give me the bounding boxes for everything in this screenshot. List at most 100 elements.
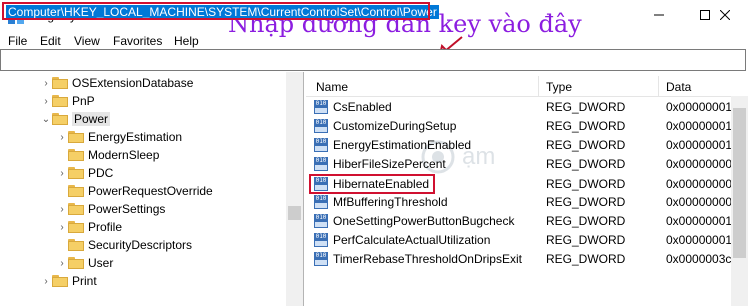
tree-item-energyestimation[interactable]: › EnergyEstimation xyxy=(56,128,182,146)
tree-item-label: SecurityDescriptors xyxy=(88,238,193,252)
close-button[interactable] xyxy=(702,0,748,30)
tree-item-modernsleep[interactable]: ModernSleep xyxy=(56,146,159,164)
folder-icon xyxy=(52,77,68,89)
list-scrollbar-thumb[interactable] xyxy=(733,108,746,258)
tree-item-label: Profile xyxy=(88,220,123,234)
reg-dword-icon: 010 xyxy=(314,251,328,266)
menu-favorites[interactable]: Favorites xyxy=(113,34,162,48)
column-divider[interactable] xyxy=(538,76,539,96)
tree-item-label: Power xyxy=(72,112,111,126)
value-type: REG_DWORD xyxy=(546,138,626,152)
value-name: HiberFileSizePercent xyxy=(333,156,446,171)
value-row-customizeduringsetup[interactable]: 010 CustomizeDuringSetup xyxy=(314,116,456,135)
tree-item-power[interactable]: ⌄ Power xyxy=(40,110,111,128)
folder-icon xyxy=(68,167,84,179)
tree-item-label: ModernSleep xyxy=(88,148,160,162)
key-tree[interactable]: › OSExtensionDatabase › PnP ⌄ Power › En… xyxy=(0,72,304,306)
tree-item-label: User xyxy=(88,256,114,270)
minimize-button[interactable] xyxy=(636,0,682,30)
tree-item-label: PnP xyxy=(72,94,95,108)
tree-item-pnp[interactable]: › PnP xyxy=(40,92,95,110)
reg-dword-icon: 010 xyxy=(314,118,328,133)
value-type: REG_DWORD xyxy=(546,233,626,247)
minimize-icon xyxy=(654,14,664,16)
chevron-right-icon[interactable]: › xyxy=(56,203,68,215)
address-highlight-box xyxy=(2,2,430,20)
folder-icon xyxy=(68,149,84,161)
folder-icon xyxy=(68,257,84,269)
tree-item-powersettings[interactable]: › PowerSettings xyxy=(56,200,165,218)
column-header-name[interactable]: Name xyxy=(316,80,348,94)
tree-item-securitydescriptors[interactable]: SecurityDescriptors xyxy=(56,236,192,254)
value-data: 0x00000000 xyxy=(666,195,733,209)
chevron-right-icon[interactable]: › xyxy=(56,167,68,179)
value-type: REG_DWORD xyxy=(546,157,626,171)
value-name: PerfCalculateActualUtilization xyxy=(333,232,491,247)
value-type: REG_DWORD xyxy=(546,100,626,114)
tree-item-label: OSExtensionDatabase xyxy=(72,76,194,90)
chevron-down-icon[interactable]: ⌄ xyxy=(40,113,52,125)
tree-scrollbar-thumb[interactable] xyxy=(288,206,301,220)
close-icon xyxy=(720,10,730,20)
folder-open-icon xyxy=(52,113,68,125)
address-bar[interactable] xyxy=(0,49,746,71)
value-type: REG_DWORD xyxy=(546,195,626,209)
menu-file[interactable]: File xyxy=(8,34,27,48)
value-row-hiberfilesizepercent[interactable]: 010 HiberFileSizePercent xyxy=(314,154,446,173)
menu-edit[interactable]: Edit xyxy=(40,34,61,48)
column-header-data[interactable]: Data xyxy=(666,80,691,94)
folder-icon xyxy=(52,95,68,107)
value-data: 0x00000000 xyxy=(666,177,733,191)
value-data: 0x0000003c xyxy=(666,252,732,266)
tree-item-label: PowerSettings xyxy=(88,202,166,216)
value-row-csenabled[interactable]: 010 CsEnabled xyxy=(314,97,392,116)
value-row-energyestimationenabled[interactable]: 010 EnergyEstimationEnabled xyxy=(314,135,471,154)
chevron-right-icon[interactable]: › xyxy=(40,275,52,287)
reg-dword-icon: 010 xyxy=(314,194,328,209)
tree-item-label: PDC xyxy=(88,166,114,180)
reg-dword-icon: 010 xyxy=(314,213,328,228)
value-data: 0x00000001 xyxy=(666,100,733,114)
tree-item-profile[interactable]: › Profile xyxy=(56,218,122,236)
value-name: TimerRebaseThresholdOnDripsExit xyxy=(333,251,522,266)
hibernate-highlight-box xyxy=(309,174,435,194)
tree-item-label: EnergyEstimation xyxy=(88,130,183,144)
chevron-right-icon[interactable]: › xyxy=(56,257,68,269)
tree-item-powerrequestoverride[interactable]: PowerRequestOverride xyxy=(56,182,213,200)
tree-item-user[interactable]: › User xyxy=(56,254,113,272)
folder-icon xyxy=(68,185,84,197)
folder-icon xyxy=(52,275,68,287)
value-type: REG_DWORD xyxy=(546,252,626,266)
tree-scrollbar[interactable] xyxy=(286,72,303,306)
value-type: REG_DWORD xyxy=(546,177,626,191)
chevron-right-icon[interactable]: › xyxy=(56,131,68,143)
tree-item-label: PowerRequestOverride xyxy=(88,184,213,198)
tree-item-print[interactable]: › Print xyxy=(40,272,97,290)
tree-item-pdc[interactable]: › PDC xyxy=(56,164,113,182)
folder-icon xyxy=(68,203,84,215)
chevron-right-icon[interactable]: › xyxy=(40,77,52,89)
folder-icon xyxy=(68,239,84,251)
tree-item-osextensiondatabase[interactable]: › OSExtensionDatabase xyxy=(40,74,193,92)
menu-help[interactable]: Help xyxy=(174,34,199,48)
value-name: CustomizeDuringSetup xyxy=(333,118,457,133)
column-divider[interactable] xyxy=(658,76,659,96)
value-row-onesettingpowerbuttonbugcheck[interactable]: 010 OneSettingPowerButtonBugcheck xyxy=(314,211,514,230)
chevron-right-icon[interactable]: › xyxy=(56,221,68,233)
chevron-right-icon[interactable]: › xyxy=(40,95,52,107)
tree-item-label: Print xyxy=(72,274,97,288)
value-data: 0x00000001 xyxy=(666,214,733,228)
menu-view[interactable]: View xyxy=(74,34,100,48)
column-header-type[interactable]: Type xyxy=(546,80,572,94)
reg-dword-icon: 010 xyxy=(314,232,328,247)
value-data: 0x00000001 xyxy=(666,138,733,152)
value-row-timerrebasethresholdondripsexit[interactable]: 010 TimerRebaseThresholdOnDripsExit xyxy=(314,249,522,268)
value-row-mfbufferingthreshold[interactable]: 010 MfBufferingThreshold xyxy=(314,192,448,211)
value-name: OneSettingPowerButtonBugcheck xyxy=(333,213,515,228)
value-data: 0x00000001 xyxy=(666,233,733,247)
value-row-perfcalculateactualutilization[interactable]: 010 PerfCalculateActualUtilization xyxy=(314,230,490,249)
reg-dword-icon: 010 xyxy=(314,137,328,152)
